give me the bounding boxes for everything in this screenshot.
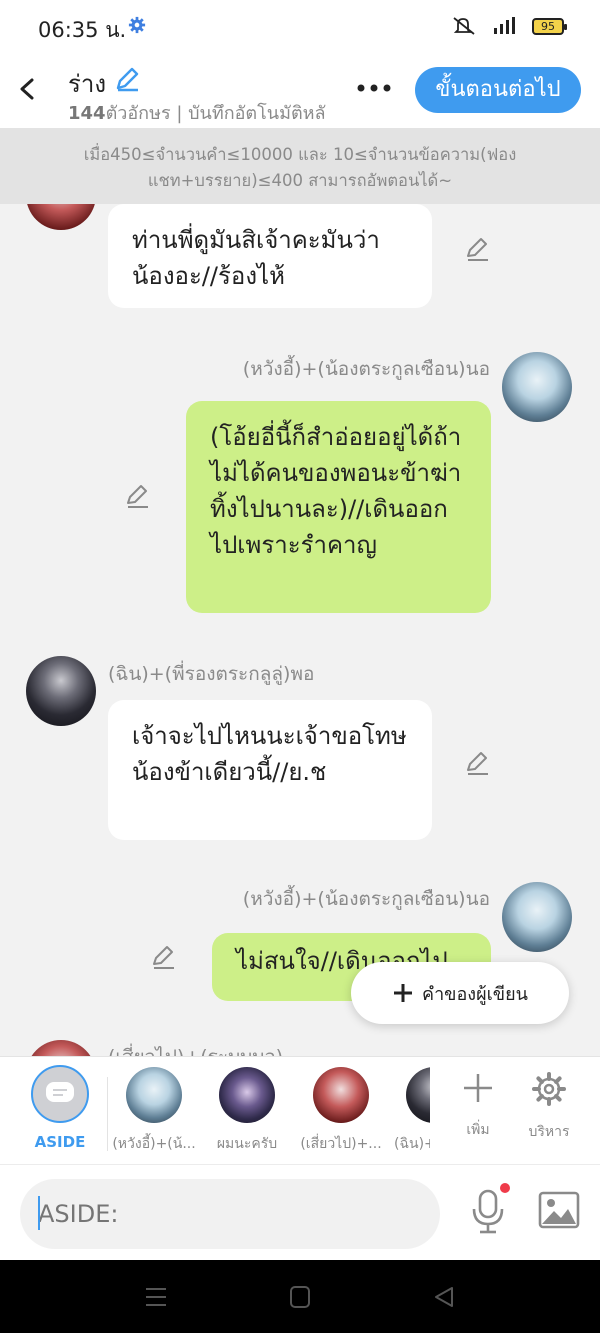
speaker-name: (ฉิน)+(พี่รองตระกลูลู่)พอ bbox=[108, 663, 315, 685]
back-arrow-icon[interactable] bbox=[14, 74, 42, 104]
aside-avatar bbox=[31, 1065, 89, 1123]
character-label: (หวังอี้)+(น้... bbox=[112, 1136, 196, 1152]
speaker-name: (เสี่ยวไป)+(ระบบบอ) bbox=[108, 1042, 283, 1056]
author-note-button[interactable]: คำของผู้เขียน bbox=[351, 962, 569, 1024]
manage-label: บริหาร bbox=[528, 1124, 570, 1140]
edit-message-icon[interactable] bbox=[464, 750, 490, 776]
avatar[interactable] bbox=[502, 882, 572, 952]
character-item[interactable]: ผมนะครับ bbox=[197, 1067, 297, 1155]
character-bar: ASIDE (หวังอี้)+(น้... ผมนะครับ (เสี่ยวไ… bbox=[0, 1056, 600, 1164]
avatar[interactable] bbox=[26, 204, 96, 230]
recording-dot bbox=[500, 1183, 510, 1193]
text-cursor bbox=[38, 1196, 40, 1230]
edit-message-icon[interactable] bbox=[150, 944, 176, 970]
character-avatar bbox=[219, 1067, 275, 1123]
draft-info: 144ตัวอักษร | บันทึกอัตโนมัติหลั bbox=[68, 98, 338, 127]
back-icon[interactable] bbox=[432, 1285, 456, 1309]
plus-icon bbox=[394, 984, 413, 1002]
microphone-icon[interactable] bbox=[470, 1189, 506, 1235]
avatar[interactable] bbox=[26, 1040, 96, 1056]
character-label: ผมนะครับ bbox=[216, 1136, 278, 1152]
speaker-name: (หวังอี้)+(น้องตระกูลเซือน)นอ bbox=[242, 888, 490, 910]
input-bar bbox=[0, 1164, 600, 1260]
add-character-button[interactable]: เพิ่ม bbox=[443, 1071, 513, 1141]
next-step-button[interactable]: ขั้นตอนต่อไป bbox=[415, 67, 581, 113]
character-aside[interactable]: ASIDE bbox=[10, 1065, 110, 1151]
edit-message-icon[interactable] bbox=[124, 483, 150, 509]
message-input[interactable] bbox=[20, 1179, 440, 1249]
author-note-label: คำของผู้เขียน bbox=[422, 983, 528, 1005]
plus-icon bbox=[464, 1074, 492, 1102]
menu-icon[interactable] bbox=[144, 1286, 168, 1308]
avatar[interactable] bbox=[502, 352, 572, 422]
character-item[interactable]: (ฉิน)+ bbox=[384, 1067, 430, 1155]
character-avatar bbox=[406, 1067, 430, 1123]
status-bar: 06:35 น. 95 bbox=[0, 0, 600, 56]
character-label: (เสี่ยวไป)+... bbox=[300, 1136, 382, 1152]
char-count: 144 bbox=[68, 103, 106, 124]
speech-bubble-icon bbox=[46, 1082, 74, 1102]
chat-bubble[interactable]: ท่านพี่ดูมันสิเจ้าคะมันว่าน้องอะ//ร้องไห… bbox=[108, 204, 432, 308]
character-label: ASIDE bbox=[34, 1133, 86, 1151]
edit-title-icon[interactable] bbox=[114, 66, 140, 92]
home-icon[interactable] bbox=[288, 1286, 312, 1308]
word-count-notice: เมื่อ450≤จำนวนคำ≤10000 และ 10≤จำนวนข้อคว… bbox=[0, 128, 600, 204]
image-icon[interactable] bbox=[538, 1191, 580, 1229]
character-item[interactable]: (เสี่ยวไป)+... bbox=[291, 1067, 391, 1155]
battery-level: 95 bbox=[541, 19, 555, 33]
chat-bubble[interactable]: (โอ้ยอี่นี้ก็สำอ่อยอยู่ได้ถ้าไม่ได้คนของ… bbox=[186, 401, 491, 613]
character-label: (ฉิน)+ bbox=[394, 1136, 430, 1152]
character-avatar bbox=[126, 1067, 182, 1123]
battery-indicator: 95 bbox=[532, 17, 567, 35]
more-options-icon[interactable] bbox=[356, 78, 392, 98]
chat-bubble[interactable]: เจ้าจะไปไหนนะเจ้าขอโทษน้องข้าเดียวนี้//ย… bbox=[108, 700, 432, 840]
signal-icon bbox=[494, 17, 515, 34]
chat-area[interactable]: ท่านพี่ดูมันสิเจ้าคะมันว่าน้องอะ//ร้องไห… bbox=[0, 204, 600, 1056]
character-avatar bbox=[313, 1067, 369, 1123]
add-label: เพิ่ม bbox=[466, 1122, 490, 1138]
settings-gear-icon bbox=[128, 16, 146, 34]
editor-header: ร่าง 144ตัวอักษร | บันทึกอัตโนมัติหลั ขั… bbox=[0, 56, 600, 128]
autosave-info: ตัวอักษร | บันทึกอัตโนมัติหลั bbox=[105, 103, 326, 124]
gear-icon bbox=[532, 1072, 566, 1106]
edit-message-icon[interactable] bbox=[464, 236, 490, 262]
avatar[interactable] bbox=[26, 656, 96, 726]
system-nav-bar bbox=[0, 1260, 600, 1333]
character-item[interactable]: (หวังอี้)+(น้... bbox=[104, 1067, 204, 1155]
status-time: 06:35 น. bbox=[38, 18, 127, 42]
speaker-name: (หวังอี้)+(น้องตระกูลเซือน)นอ bbox=[242, 358, 490, 380]
mute-icon bbox=[453, 17, 475, 35]
manage-characters-button[interactable]: บริหาร bbox=[514, 1071, 584, 1143]
